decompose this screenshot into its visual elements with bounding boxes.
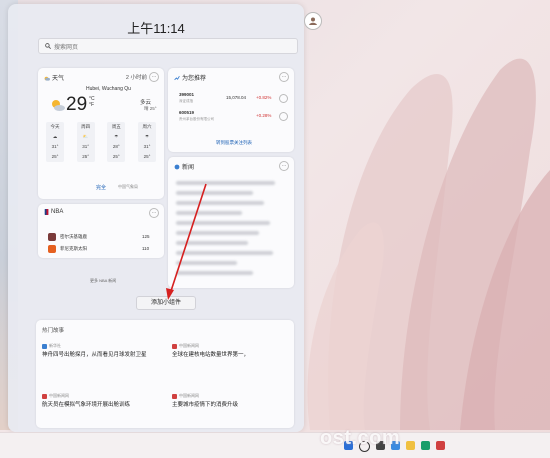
store-icon[interactable] [436,441,445,450]
source-logo-icon [42,343,47,349]
story-item[interactable]: 新华社 神舟四号出舱探月，从而看见月球发射卫星 [42,342,162,359]
story-item[interactable]: 中国新闻网 主要城市疫情下的消费升级 [172,392,292,409]
taskbar [0,432,550,458]
source-logo-icon [42,393,47,399]
story-source: 中国新闻网 [49,393,69,398]
file-explorer-icon[interactable] [406,441,415,450]
story-headline: 全球在建核电站数量世界第一， [172,352,250,358]
watermark: ost.com [320,427,401,449]
story-headline: 神舟四号出舱探月，从而看见月球发射卫星 [42,352,147,358]
story-source: 中国新闻网 [179,343,199,348]
story-source: 中国新闻网 [179,393,199,398]
source-logo-icon [172,393,177,399]
story-item[interactable]: 中国新闻网 全球在建核电站数量世界第一， [172,342,292,359]
story-source: 新华社 [49,343,61,348]
source-logo-icon [172,343,177,349]
story-item[interactable]: 中国新闻网 航天员在模拟气象环境开展出舱训练 [42,392,162,409]
hot-stories-widget[interactable]: 热门故事 新华社 神舟四号出舱探月，从而看见月球发射卫星 中国新闻网 全球在建核… [36,320,294,428]
hot-stories-title: 热门故事 [42,328,65,334]
story-headline: 主要城市疫情下的消费升级 [172,402,239,408]
story-headline: 航天员在模拟气象环境开展出舱训练 [42,402,131,408]
edge-icon[interactable] [421,441,430,450]
